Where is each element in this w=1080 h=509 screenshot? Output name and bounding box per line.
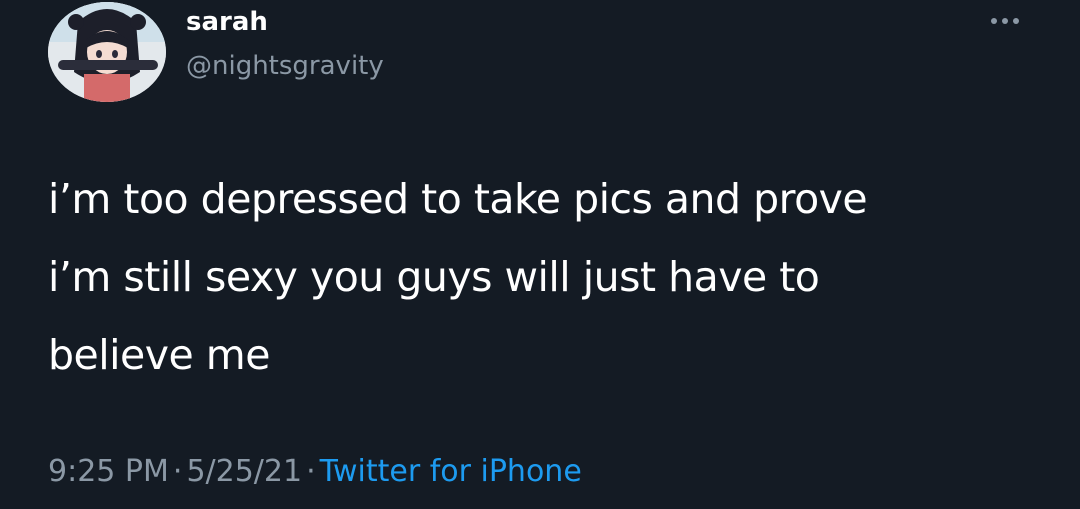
tweet-text-line: i’m still sexy you guys will just have t… — [48, 253, 820, 301]
tweet-time[interactable]: 9:25 PM — [48, 454, 169, 489]
tweet-metadata: 9:25 PM · 5/25/21 · Twitter for iPhone — [48, 452, 582, 492]
tweet-text: i’m too depressed to take pics and prove… — [48, 160, 1048, 394]
avatar[interactable] — [48, 2, 166, 102]
more-horizontal-icon — [991, 18, 997, 24]
more-horizontal-icon-dot — [1002, 18, 1008, 24]
more-options-button[interactable] — [980, 6, 1030, 36]
avatar-image — [48, 2, 166, 102]
meta-separator: · — [306, 454, 316, 489]
tweet-text-line: believe me — [48, 331, 270, 379]
user-handle[interactable]: @nightsgravity — [186, 50, 384, 82]
more-horizontal-icon-dot — [1013, 18, 1019, 24]
tweet-date[interactable]: 5/25/21 — [186, 454, 302, 489]
tweet-source-link[interactable]: Twitter for iPhone — [320, 454, 582, 489]
tweet-card: sarah @nightsgravity i’m too depressed t… — [0, 0, 1080, 509]
tweet-text-line: i’m too depressed to take pics and prove — [48, 175, 868, 223]
display-name[interactable]: sarah — [186, 6, 268, 38]
meta-separator: · — [172, 454, 183, 489]
